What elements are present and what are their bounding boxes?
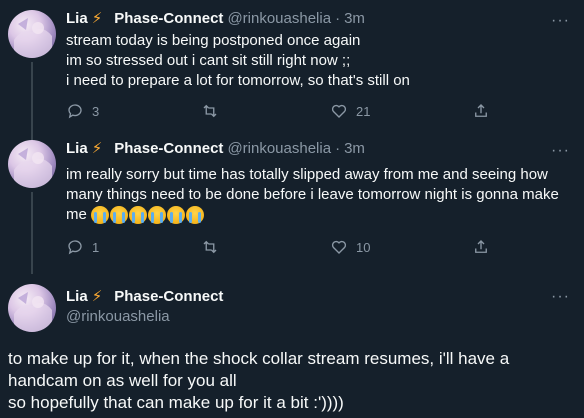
tweet-line: stream today is being postponed once aga… (66, 32, 361, 49)
like-button[interactable]: 21 (330, 102, 370, 120)
separator-dot: · (335, 140, 341, 157)
display-name[interactable]: Lia (66, 139, 88, 159)
loudly-crying-face-icon (110, 206, 129, 225)
tweet-3-focused[interactable]: Lia ⚡ Phase-Connect @rinkouashelia ··· t… (0, 274, 584, 418)
timestamp[interactable]: 3m (344, 9, 365, 29)
user-handle[interactable]: @rinkouashelia (227, 9, 331, 29)
display-name[interactable]: Lia (66, 287, 88, 307)
loudly-crying-face-icon (148, 206, 167, 225)
avatar[interactable] (8, 10, 56, 58)
tweet-header: Lia ⚡ Phase-Connect (66, 287, 223, 307)
lightning-icon: ⚡ (91, 288, 103, 305)
tweet-text: to make up for it, when the shock collar… (8, 348, 578, 414)
tweet-1[interactable]: Lia ⚡ Phase-Connect @rinkouashelia · 3m … (0, 0, 584, 130)
share-icon (475, 240, 487, 253)
heart-icon (331, 240, 347, 254)
like-button[interactable]: 10 (330, 238, 370, 256)
timestamp[interactable]: 3m (344, 139, 365, 159)
emoji-group (91, 206, 205, 225)
reply-count: 3 (92, 103, 100, 119)
more-options-icon[interactable]: ··· (551, 12, 570, 30)
thread-line (31, 192, 33, 274)
loudly-crying-face-icon (91, 206, 110, 225)
retweet-button[interactable] (201, 102, 227, 120)
share-button[interactable] (472, 238, 490, 256)
tweet-line: me (66, 205, 566, 225)
tweet-text: stream today is being postponed once aga… (66, 31, 566, 91)
tweet-line: im so stressed out i cant sit still righ… (66, 52, 351, 69)
tweet-line: im really sorry but time has totally sli… (66, 166, 548, 183)
tweet-line: so hopefully that can make up for it a b… (8, 393, 344, 412)
loudly-crying-face-icon (129, 206, 148, 225)
tweet-actions: 3 21 (66, 102, 496, 122)
reply-icon (68, 240, 82, 255)
tweet-line: i need to prepare a lot for tomorrow, so… (66, 72, 410, 89)
share-button[interactable] (472, 102, 490, 120)
thread-line (31, 62, 33, 130)
retweet-icon (203, 104, 217, 118)
user-handle[interactable]: @rinkouashelia (66, 307, 170, 327)
retweet-icon (203, 240, 217, 254)
separator-dot: · (335, 10, 341, 27)
lightning-icon: ⚡ (91, 140, 103, 157)
reply-button[interactable]: 3 (66, 102, 99, 120)
retweet-button[interactable] (201, 238, 227, 256)
tweet-line: many things need to be done before i lea… (66, 186, 559, 203)
tweet-line: to make up for it, when the shock collar… (8, 349, 510, 368)
user-handle[interactable]: @rinkouashelia (227, 139, 331, 159)
more-options-icon[interactable]: ··· (551, 142, 570, 160)
reply-count: 1 (92, 239, 100, 255)
avatar[interactable] (8, 284, 56, 332)
loudly-crying-face-icon (186, 206, 205, 225)
avatar[interactable] (8, 140, 56, 188)
tweet-line: handcam on as well for you all (8, 371, 237, 390)
tweet-line-text: me (66, 206, 87, 223)
lightning-icon: ⚡ (91, 10, 103, 27)
like-count: 10 (356, 239, 371, 255)
project-name[interactable]: Phase-Connect (114, 139, 223, 159)
project-name[interactable]: Phase-Connect (114, 287, 223, 307)
reply-button[interactable]: 1 (66, 238, 99, 256)
loudly-crying-face-icon (167, 206, 186, 225)
tweet-2[interactable]: Lia ⚡ Phase-Connect @rinkouashelia · 3m … (0, 130, 584, 274)
heart-icon (331, 104, 347, 118)
reply-icon (68, 104, 82, 119)
thread-line (31, 130, 33, 140)
tweet-header: Lia ⚡ Phase-Connect @rinkouashelia · 3m (66, 9, 365, 29)
tweet-actions: 1 10 (66, 238, 496, 258)
like-count: 21 (356, 103, 371, 119)
more-options-icon[interactable]: ··· (551, 288, 570, 306)
project-name[interactable]: Phase-Connect (114, 9, 223, 29)
tweet-header: Lia ⚡ Phase-Connect @rinkouashelia · 3m (66, 139, 365, 159)
share-icon (475, 104, 487, 117)
display-name[interactable]: Lia (66, 9, 88, 29)
tweet-text: im really sorry but time has totally sli… (66, 165, 566, 225)
